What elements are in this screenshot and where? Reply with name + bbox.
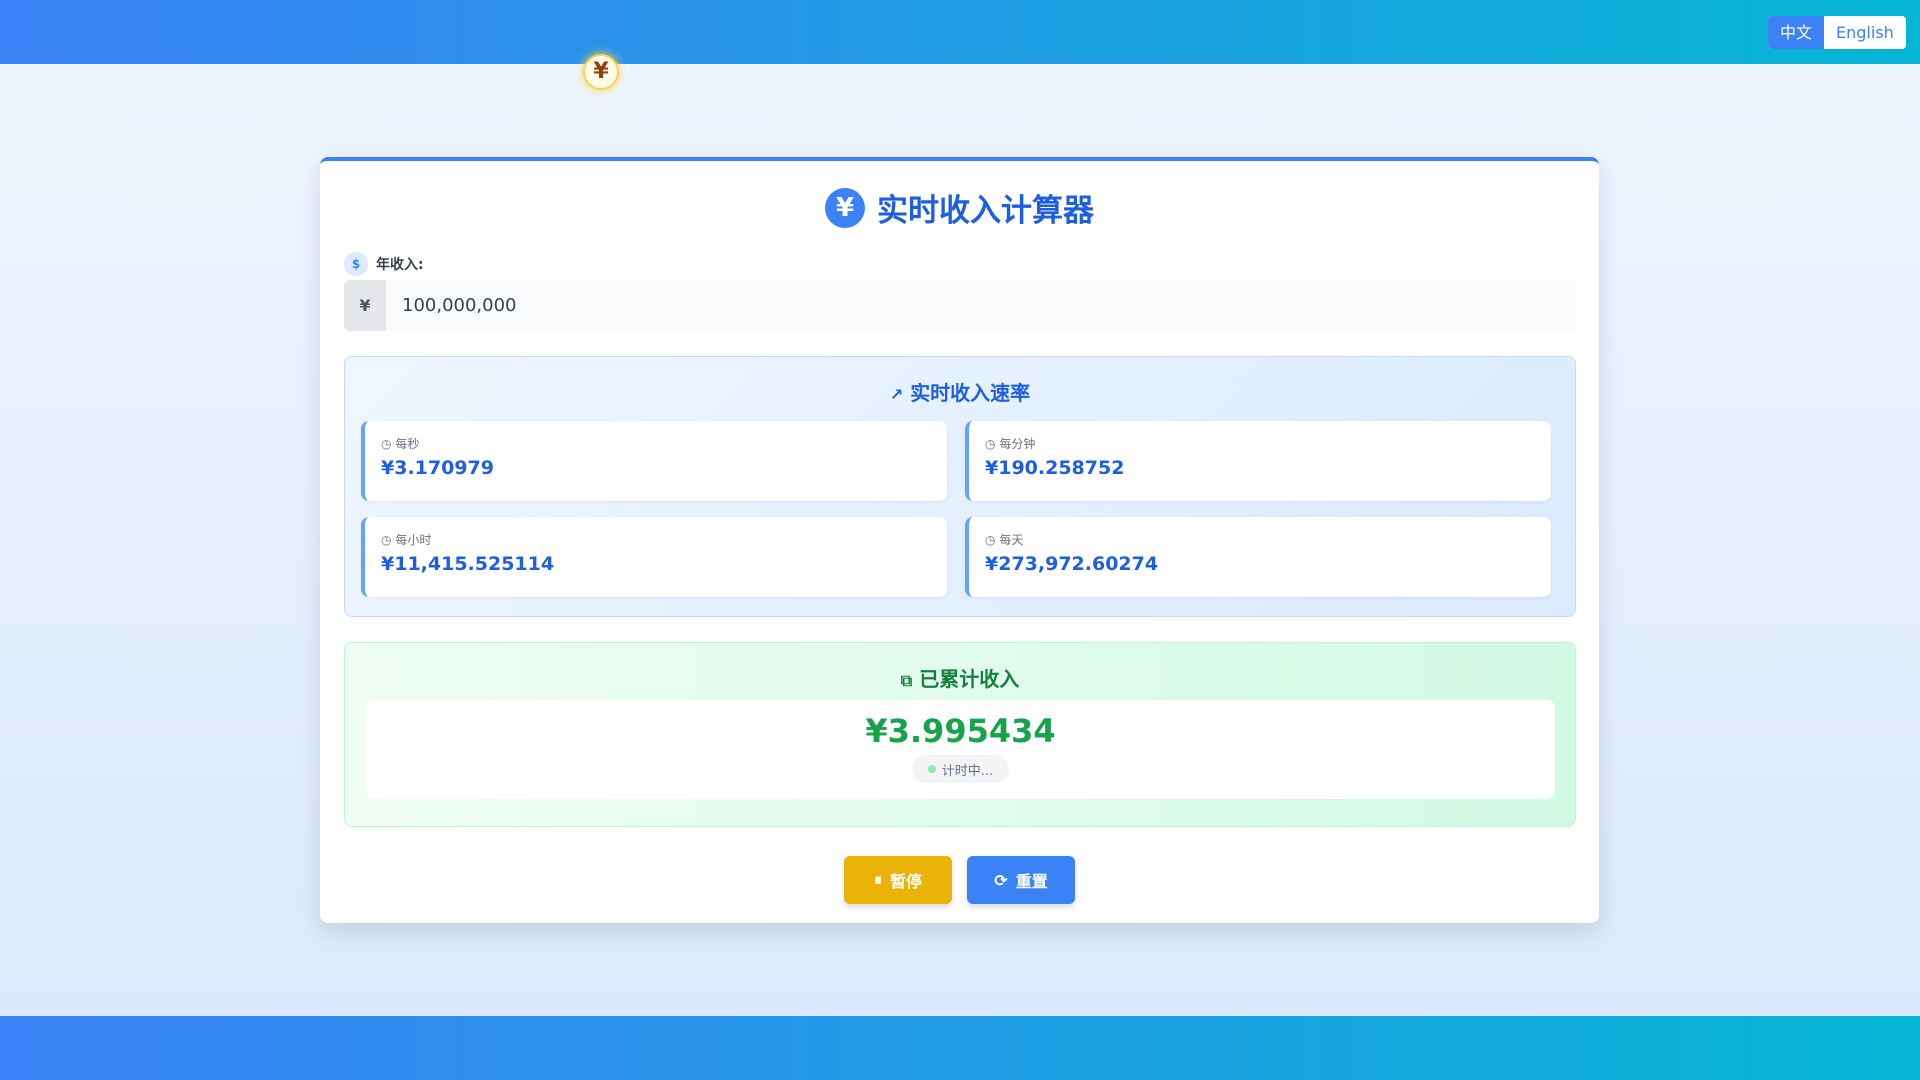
reset-button[interactable]: ⟳ 重置 (967, 856, 1075, 904)
rate-value: ¥190.258752 (985, 457, 1125, 479)
dollar-icon: $ (344, 252, 368, 276)
clock-icon: ◷ (381, 533, 392, 547)
status-text: 计时中... (941, 763, 994, 779)
rate-card-day: ◷ 每天 ¥273,972.60274 (965, 517, 1551, 597)
refresh-icon: ⟳ (994, 870, 1008, 890)
rate-card-second: ◷ 每秒 ¥3.170979 (361, 421, 947, 501)
footer-bar (0, 1016, 1920, 1080)
annual-income-input[interactable] (386, 280, 1576, 331)
rate-label: 每秒 (395, 437, 420, 451)
annual-income-label-text: 年收入: (376, 257, 424, 273)
calculator-card: ¥ 实时收入计算器 $ 年收入: ¥ ↗ 实时收入速率 ◷ 每秒 ¥3.1709… (320, 157, 1599, 923)
pause-button[interactable]: ⏸ 暂停 (844, 856, 952, 904)
rate-value: ¥273,972.60274 (985, 553, 1159, 575)
page-title-text: 实时收入计算器 (877, 193, 1094, 229)
yen-icon: ¥ (825, 187, 865, 228)
floating-coin-icon: ¥ (583, 54, 619, 90)
accumulated-title-text: 已累计收入 (919, 667, 1020, 691)
rate-value: ¥11,415.525114 (381, 553, 555, 575)
reset-label: 重置 (1015, 872, 1048, 891)
accumulated-income-panel: ⧉ 已累计收入 ¥3.995434 计时中... (344, 642, 1576, 827)
clock-icon: ◷ (381, 437, 392, 451)
rate-label: 每分钟 (999, 437, 1036, 451)
status-badge: 计时中... (912, 755, 1009, 783)
lang-en-button[interactable]: English (1824, 16, 1906, 49)
language-toggle: 中文 English (1768, 16, 1906, 49)
clock-icon: ◷ (985, 533, 996, 547)
rate-card-minute: ◷ 每分钟 ¥190.258752 (965, 421, 1551, 501)
accumulated-display: ¥3.995434 计时中... (366, 700, 1555, 799)
rate-label: 每小时 (395, 533, 432, 547)
status-dot-icon (927, 765, 936, 773)
pause-icon: ⏸ (873, 870, 882, 889)
annual-income-label: $ 年收入: (344, 252, 424, 276)
clock-icon: ◷ (985, 437, 996, 451)
rate-label: 每天 (999, 533, 1024, 547)
pause-label: 暂停 (890, 872, 923, 891)
accumulated-amount: ¥3.995434 (865, 712, 1056, 750)
accumulated-title: ⧉ 已累计收入 (345, 663, 1575, 692)
rate-card-hour: ◷ 每小时 ¥11,415.525114 (361, 517, 947, 597)
rate-title-text: 实时收入速率 (910, 381, 1031, 405)
currency-prefix: ¥ (344, 280, 386, 331)
page-title: ¥ 实时收入计算器 (320, 185, 1599, 230)
annual-income-field: ¥ (344, 280, 1576, 331)
trending-up-icon: ↗ (889, 385, 904, 404)
income-rate-panel: ↗ 实时收入速率 ◷ 每秒 ¥3.170979 ◷ 每分钟 ¥190.25875… (344, 356, 1576, 617)
rate-title: ↗ 实时收入速率 (345, 377, 1575, 406)
wallet-icon: ⧉ (900, 671, 913, 690)
header-bar (0, 0, 1920, 64)
lang-zh-button[interactable]: 中文 (1768, 16, 1825, 49)
rate-value: ¥3.170979 (381, 457, 494, 479)
